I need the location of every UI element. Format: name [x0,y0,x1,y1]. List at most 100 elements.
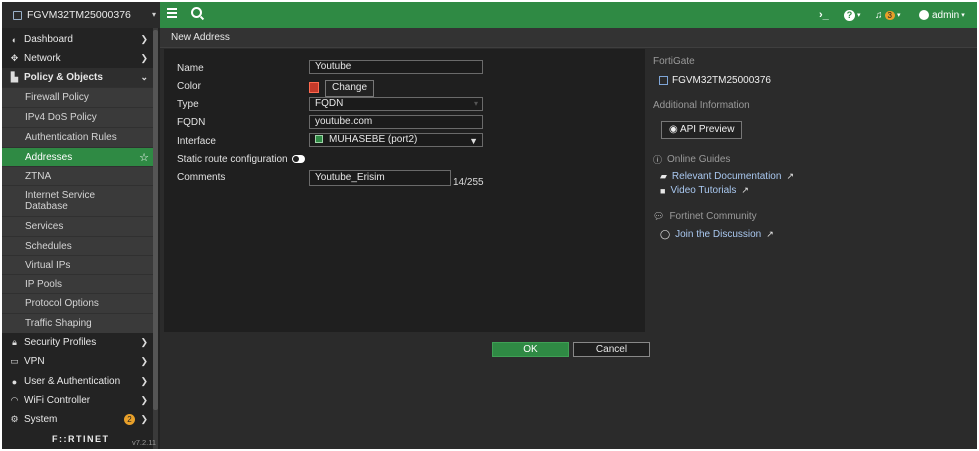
interface-label: Interface [177,136,216,147]
monitor-icon: ▭ [10,356,19,366]
chevron-right-icon: ❯ [140,337,148,347]
chevron-right-icon: ❯ [140,356,148,366]
gear-icon: ⚙ [10,414,19,424]
sidebar-item-security-profiles[interactable]: 🔒︎ Security Profiles ❯ [2,333,153,352]
app-window: FGVM32TM25000376 ▾ ›_ ? ▾ ♫ 3 ▾ admin ▾ ◐… [2,2,977,449]
sidebar-item-authentication-rules[interactable]: Authentication Rules [2,127,153,147]
notification-count-badge: 3 [884,10,895,20]
api-preview-button[interactable]: ◉ API Preview [661,121,743,139]
sidebar-scrollbar[interactable] [153,28,158,449]
sidebar-item-ztna[interactable]: ZTNA [2,166,153,185]
notifications-button[interactable]: ♫ 3 ▾ [875,2,900,28]
relevant-documentation-link[interactable]: ▰ Relevant Documentation ↗ [660,171,794,182]
ok-button[interactable]: OK [492,342,569,357]
fqdn-label: FQDN [177,117,206,128]
dashboard-icon: ◐ [11,34,18,45]
sidebar-item-internet-service-database[interactable]: Internet Service Database [2,185,153,216]
fortinet-community-label: Fortinet Community [669,211,757,222]
fqdn-input[interactable]: youtube.com [309,115,483,129]
help-icon: ? [844,9,855,21]
interface-value: MUHASEBE (port2) [329,134,418,145]
sidebar-item-policy-objects[interactable]: ▙ Policy & Objects ⌄ [2,68,153,87]
external-link-icon: ↗ [766,229,774,239]
comment-icon: ◯ [660,229,671,239]
sidebar-item-addresses[interactable]: Addresses ☆ [2,147,153,166]
sidebar-item-wifi-controller[interactable]: ◠ WiFi Controller ❯ [2,391,153,410]
chat-icon: 💬︎ [653,211,665,221]
sidebar-item-label: Dashboard [24,34,73,45]
type-label: Type [177,99,199,110]
sidebar-item-label: Internet Service Database [25,190,96,212]
name-label: Name [177,63,204,74]
comments-textarea[interactable]: Youtube_Erisim [309,170,451,186]
type-select[interactable]: FQDN ▾ [309,97,483,111]
page-header: New Address [160,28,977,48]
hamburger-menu-icon[interactable] [167,8,177,19]
sidebar-item-label: Firewall Policy [25,92,89,103]
sidebar-item-dashboard[interactable]: ◐ Dashboard ❯ [2,30,153,49]
sidebar-item-ipv4-dos-policy[interactable]: IPv4 DoS Policy [2,107,153,127]
comments-char-counter: 14/255 [453,177,484,188]
interface-select[interactable]: MUHASEBE (port2) ▼ [309,133,483,147]
color-label: Color [177,81,201,92]
sidebar-item-label: Authentication Rules [25,132,117,143]
sidebar-item-label: Security Profiles [24,337,97,348]
sidebar-item-ip-pools[interactable]: IP Pools [2,274,153,293]
device-icon [13,10,22,20]
firmware-version: v7.2.11 [132,438,157,447]
device-name: FGVM32TM25000376 [672,75,771,86]
sidebar-item-label: Traffic Shaping [25,318,92,329]
sidebar-item-user-authentication[interactable]: ● User & Authentication ❯ [2,372,153,391]
star-icon[interactable]: ☆ [139,151,149,164]
cli-console-button[interactable]: ›_ [819,2,829,28]
search-icon[interactable] [191,7,202,18]
chevron-right-icon: ❯ [140,395,148,405]
video-tutorials-link[interactable]: ■ Video Tutorials ↗ [660,185,749,196]
change-color-button[interactable]: Change [325,80,375,97]
chevron-right-icon: ❯ [140,34,148,44]
port-icon [315,135,323,143]
chevron-down-icon: ▾ [151,10,156,19]
user-name: admin [932,9,960,21]
user-menu-button[interactable]: admin ▾ [919,2,965,28]
sidebar-item-label: System [24,414,58,425]
wifi-icon: ◠ [10,395,19,405]
eye-icon: ◉ [669,124,680,135]
chevron-down-icon: ▼ [469,136,478,146]
join-discussion-link[interactable]: ◯ Join the Discussion ↗ [660,229,774,240]
chevron-down-icon: ⌄ [140,72,148,82]
sidebar-item-services[interactable]: Services [2,216,153,236]
api-preview-label: API Preview [679,124,735,135]
chevron-down-icon: ▾ [961,12,965,19]
sidebar-footer: F::RTINET v7.2.11 [2,431,157,449]
sidebar-item-virtual-ips[interactable]: Virtual IPs [2,255,153,274]
video-icon: ■ [660,185,666,196]
sidebar-item-vpn[interactable]: ▭ VPN ❯ [2,352,153,371]
sidebar-item-network[interactable]: ✥ Network ❯ [2,49,153,68]
user-icon: ● [11,376,18,387]
online-guides-label: Online Guides [667,154,731,165]
help-button[interactable]: ? ▾ [844,2,861,28]
hostname-selector[interactable]: FGVM32TM25000376 ▾ [2,2,160,28]
sidebar-item-system[interactable]: ⚙ System 2 ❯ [2,410,153,429]
sidebar-item-label: Schedules [25,240,72,252]
name-input[interactable]: Youtube [309,60,483,74]
cli-icon: ›_ [819,9,829,21]
join-discussion-label: Join the Discussion [675,229,762,240]
sidebar-item-traffic-shaping[interactable]: Traffic Shaping [2,313,153,333]
sidebar-item-label: WiFi Controller [24,395,91,406]
sidebar-item-label: IP Pools [25,278,63,290]
static-route-toggle[interactable] [292,155,305,163]
sidebar-item-firewall-policy[interactable]: Firewall Policy [2,87,153,107]
bell-icon: ♫ [875,9,883,21]
sidebar-item-schedules[interactable]: Schedules [2,236,153,255]
online-guides-header: ⓘ Online Guides [653,153,730,166]
chevron-down-icon: ▾ [857,12,861,19]
chevron-right-icon: ❯ [140,414,148,424]
sidebar-item-label: Network [24,53,61,64]
sidebar-item-protocol-options[interactable]: Protocol Options [2,293,153,313]
cancel-button[interactable]: Cancel [573,342,650,357]
color-swatch [309,82,319,93]
sidebar-item-label: Policy & Objects [24,72,103,83]
sidebar-item-label: IPv4 DoS Policy [25,112,97,123]
